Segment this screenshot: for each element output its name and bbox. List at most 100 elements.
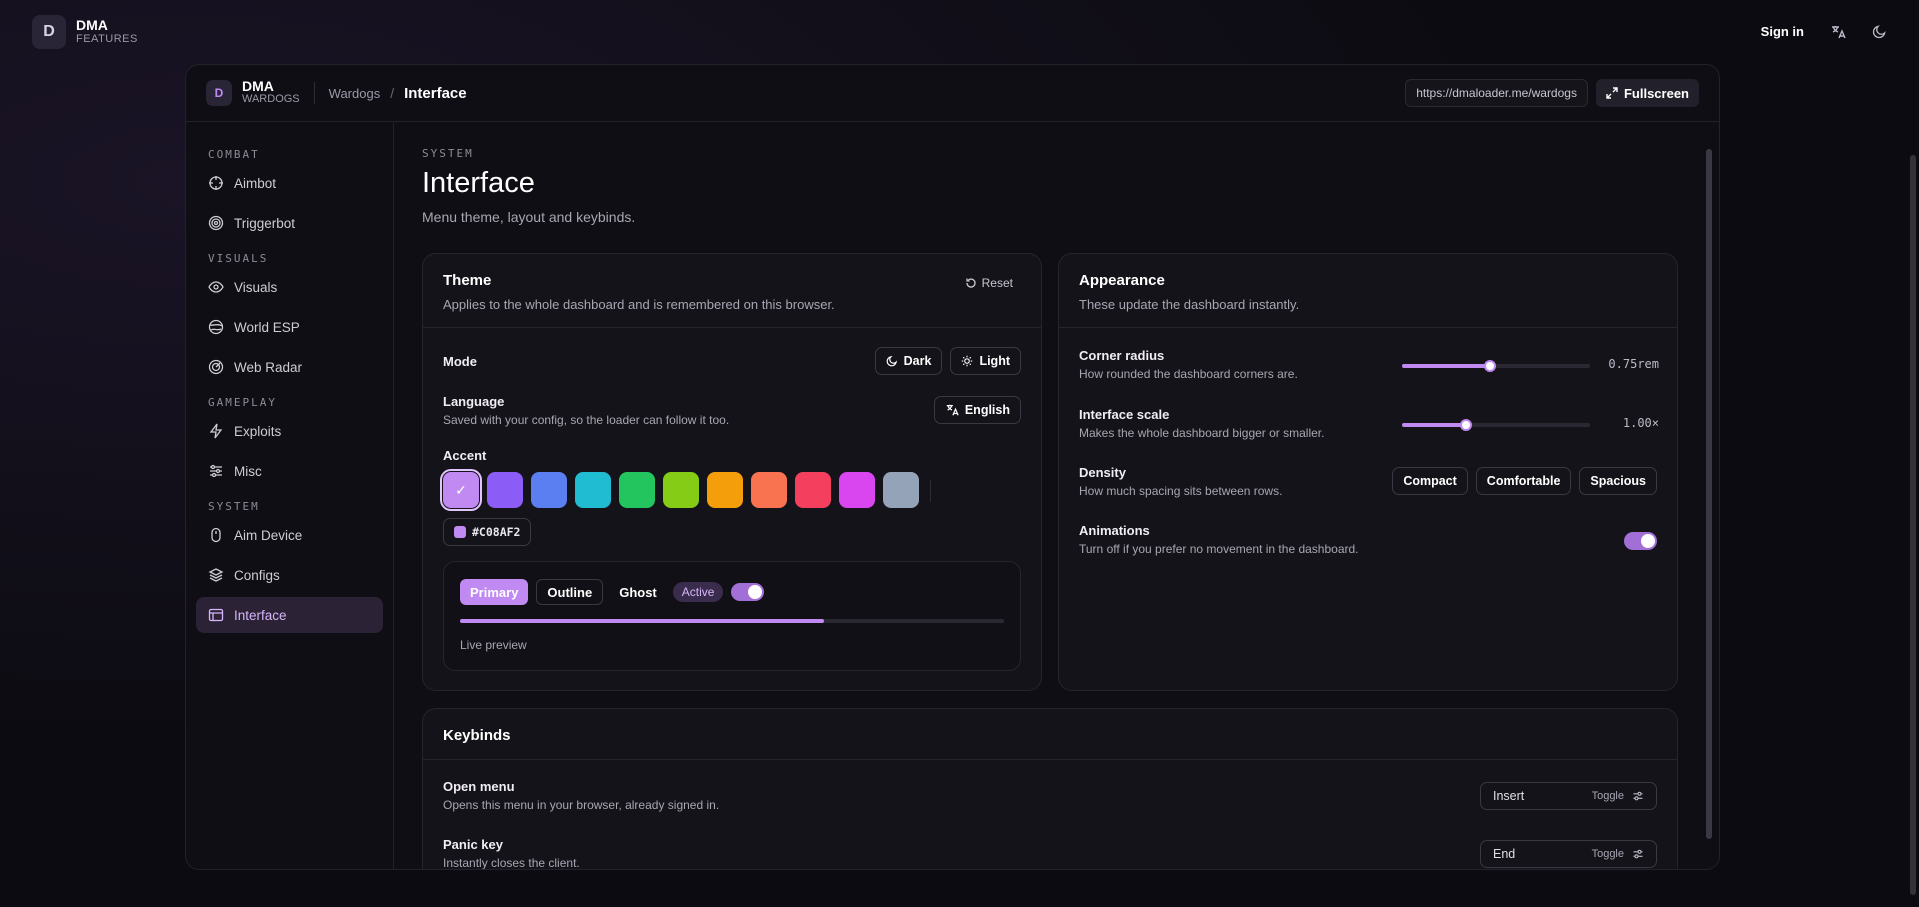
sidebar-item-label: Web Radar bbox=[234, 359, 303, 375]
sidebar-item-label: Interface bbox=[234, 607, 287, 623]
accent-swatch[interactable]: ✓ bbox=[440, 469, 482, 511]
accent-label: Accent bbox=[443, 448, 487, 463]
keybinds-title: Keybinds bbox=[443, 727, 511, 744]
corner-radius-value: 0.75rem bbox=[1608, 357, 1659, 371]
language-icon[interactable] bbox=[1830, 24, 1846, 40]
page-title: Interface bbox=[422, 167, 535, 199]
app-brand: DMA FEATURES bbox=[76, 18, 138, 46]
sidebar-item-label: Visuals bbox=[234, 279, 278, 295]
interface-scale-label: Interface scale bbox=[1079, 407, 1170, 422]
preview-outline-button[interactable]: Outline bbox=[536, 579, 604, 605]
sidebar-item-aim-device[interactable]: Aim Device bbox=[196, 517, 383, 553]
sidebar-item-label: Aim Device bbox=[234, 527, 303, 543]
frame-brand: DMA WARDOGS bbox=[242, 79, 300, 106]
animations-toggle[interactable] bbox=[1624, 532, 1657, 550]
density-compact-button[interactable]: Compact bbox=[1392, 467, 1468, 495]
sidebar-item-label: Misc bbox=[234, 463, 262, 479]
accent-swatch[interactable] bbox=[751, 472, 787, 508]
sidebar-item-misc[interactable]: Misc bbox=[196, 453, 383, 489]
accent-swatch[interactable] bbox=[707, 472, 743, 508]
sidebar-item-web-radar[interactable]: Web Radar bbox=[196, 349, 383, 385]
interface-scale-desc: Makes the whole dashboard bigger or smal… bbox=[1079, 426, 1325, 440]
settings-icon[interactable] bbox=[1632, 848, 1644, 860]
sidebar-item-label: Triggerbot bbox=[234, 215, 296, 231]
density-comfortable-button[interactable]: Comfortable bbox=[1475, 467, 1572, 495]
main-content: SYSTEM Interface Menu theme, layout and … bbox=[395, 123, 1705, 869]
animations-desc: Turn off if you prefer no movement in th… bbox=[1079, 542, 1359, 556]
open-menu-mode[interactable]: Toggle bbox=[1592, 790, 1624, 802]
accent-swatch[interactable] bbox=[795, 472, 831, 508]
preview-caption: Live preview bbox=[460, 638, 527, 652]
interface-scale-value: 1.00× bbox=[1622, 416, 1659, 430]
sidebar-section-combat: COMBAT bbox=[208, 147, 260, 161]
preview-toggle[interactable] bbox=[731, 583, 765, 601]
language-label: Language bbox=[443, 394, 505, 409]
accent-swatch[interactable] bbox=[531, 472, 567, 508]
scrollbar-thumb[interactable] bbox=[1706, 149, 1712, 839]
mode-light-button[interactable]: Light bbox=[950, 347, 1021, 375]
live-preview: Primary Outline Ghost Active Live previe… bbox=[443, 561, 1021, 671]
sidebar-item-configs[interactable]: Configs bbox=[196, 557, 383, 593]
accent-swatch[interactable] bbox=[619, 472, 655, 508]
accent-swatch[interactable] bbox=[883, 472, 919, 508]
page-scrollbar[interactable] bbox=[1910, 155, 1916, 895]
interface-scale-handle[interactable] bbox=[1459, 419, 1472, 431]
sidebar-item-world-esp[interactable]: World ESP bbox=[196, 309, 383, 345]
open-menu-desc: Opens this menu in your browser, already… bbox=[443, 798, 720, 812]
panic-key-mode[interactable]: Toggle bbox=[1592, 848, 1624, 860]
fullscreen-button[interactable]: Fullscreen bbox=[1595, 79, 1699, 107]
mode-dark-button[interactable]: Dark bbox=[874, 347, 943, 375]
brand-title: DMA bbox=[76, 16, 108, 33]
accent-hex-field[interactable]: #C08AF2 bbox=[443, 518, 532, 546]
accent-hex-value: #C08AF2 bbox=[472, 525, 521, 539]
accent-swatch[interactable] bbox=[839, 472, 875, 508]
accent-swatch[interactable] bbox=[663, 472, 699, 508]
main-scrollbar[interactable] bbox=[1705, 131, 1713, 869]
theme-card: Theme Applies to the whole dashboard and… bbox=[422, 253, 1042, 691]
panic-key-keybind[interactable]: End Toggle bbox=[1480, 840, 1657, 868]
sidebar-section-system: SYSTEM bbox=[208, 499, 260, 513]
sidebar-item-triggerbot[interactable]: Triggerbot bbox=[196, 205, 383, 241]
accent-color-dot bbox=[454, 526, 466, 538]
sidebar-item-aimbot[interactable]: Aimbot bbox=[196, 165, 383, 201]
mode-label: Mode bbox=[443, 354, 477, 369]
reset-label: Reset bbox=[981, 276, 1013, 290]
frame-header: D DMA WARDOGS Wardogs / Interface https:… bbox=[186, 65, 1719, 122]
accent-swatch[interactable] bbox=[487, 472, 523, 508]
preview-ghost-button[interactable]: Ghost bbox=[611, 579, 665, 605]
theme-subtitle: Applies to the whole dashboard and is re… bbox=[443, 297, 835, 312]
radar-icon bbox=[208, 359, 224, 375]
sign-in-button[interactable]: Sign in bbox=[1761, 24, 1804, 39]
corner-radius-fill bbox=[1402, 364, 1491, 368]
open-menu-keybind[interactable]: Insert Toggle bbox=[1480, 782, 1657, 810]
page-subtitle: Menu theme, layout and keybinds. bbox=[422, 209, 636, 225]
sidebar: COMBAT Aimbot Triggerbot VISUALS Visuals… bbox=[186, 123, 394, 869]
theme-title: Theme bbox=[443, 272, 492, 289]
open-menu-label: Open menu bbox=[443, 779, 515, 794]
density-spacious-button[interactable]: Spacious bbox=[1579, 467, 1657, 495]
fullscreen-label: Fullscreen bbox=[1623, 85, 1689, 101]
settings-icon[interactable] bbox=[1632, 790, 1644, 802]
corner-radius-slider[interactable] bbox=[1402, 360, 1590, 372]
accent-swatch[interactable] bbox=[575, 472, 611, 508]
sidebar-item-exploits[interactable]: Exploits bbox=[196, 413, 383, 449]
swatch-divider bbox=[930, 480, 931, 502]
layers-icon bbox=[208, 568, 224, 582]
breadcrumb-wardogs[interactable]: Wardogs bbox=[329, 86, 381, 101]
interface-scale-slider[interactable] bbox=[1402, 419, 1590, 431]
open-menu-key: Insert bbox=[1493, 789, 1525, 803]
reset-button[interactable]: Reset bbox=[965, 276, 1013, 290]
sidebar-item-visuals[interactable]: Visuals bbox=[196, 269, 383, 305]
language-select[interactable]: English bbox=[933, 396, 1021, 424]
corner-radius-handle[interactable] bbox=[1484, 360, 1497, 372]
url-field[interactable]: https://dmaloader.me/wardogs bbox=[1405, 79, 1588, 107]
app-logo[interactable]: D bbox=[32, 14, 66, 49]
density-label: Density bbox=[1079, 465, 1126, 480]
sidebar-item-interface[interactable]: Interface bbox=[196, 597, 383, 633]
frame-brand-subtitle: WARDOGS bbox=[242, 93, 300, 105]
mode-dark-label: Dark bbox=[903, 354, 932, 368]
preview-primary-button[interactable]: Primary bbox=[460, 579, 529, 605]
breadcrumb-separator: / bbox=[390, 85, 395, 101]
moon-icon[interactable] bbox=[1872, 24, 1887, 39]
sidebar-item-label: World ESP bbox=[234, 319, 300, 335]
